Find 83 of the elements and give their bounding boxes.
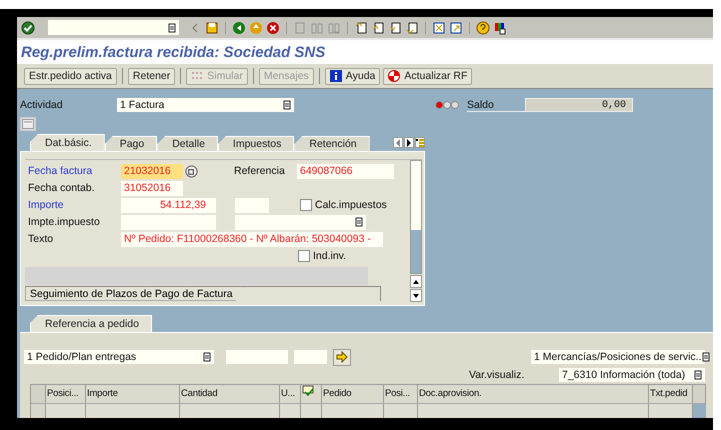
checkbox[interactable]	[298, 250, 310, 262]
check-icon[interactable]	[21, 20, 35, 34]
checkbox[interactable]	[300, 199, 312, 211]
tab[interactable]: Impuestos	[218, 136, 294, 151]
checkbox-label: Calc.impuestos	[315, 199, 387, 211]
info-icon	[330, 70, 342, 82]
go-button[interactable]	[333, 348, 351, 366]
help-icon[interactable]	[476, 20, 490, 34]
table-cell	[301, 404, 322, 418]
last-page-icon[interactable]	[405, 20, 419, 34]
table-cell	[46, 404, 86, 418]
table-cell	[649, 404, 693, 418]
down-arrow-icon[interactable]	[412, 292, 420, 298]
layout-icon[interactable]	[493, 20, 507, 34]
window-title: Reg.prelim.factura recibida: Sociedad SNS	[21, 44, 326, 60]
field-label: Importe	[27, 199, 65, 211]
reference-field[interactable]: 649087066	[297, 164, 394, 178]
item-field[interactable]	[294, 350, 327, 364]
toolbar-button[interactable]: Estr.pedido activa	[24, 68, 117, 84]
toolbar-button[interactable]: Actualizar RF	[383, 68, 472, 84]
field-label: Actividad	[20, 99, 64, 111]
column-header[interactable]: Pedido	[322, 385, 384, 403]
scrollbar[interactable]	[410, 160, 422, 302]
amount-field[interactable]: 54.112,39	[121, 198, 216, 212]
layout-dropdown[interactable]: 7_6310 Información (toda)	[559, 368, 705, 382]
column-header[interactable]	[301, 385, 322, 403]
column-header[interactable]: Importe	[86, 385, 180, 403]
refresh-icon	[388, 70, 400, 82]
currency-field[interactable]	[235, 198, 269, 212]
back-icon[interactable]	[232, 20, 246, 34]
reference-type-dropdown[interactable]: 1 Pedido/Plan entregas	[24, 350, 214, 364]
checkbox-label: Ind.inv.	[313, 250, 346, 262]
tab[interactable]: Detalle	[157, 136, 218, 151]
field-label: Impte.impuesto	[27, 216, 101, 228]
tab[interactable]: Retención	[294, 136, 370, 151]
field-label: Texto	[27, 233, 54, 245]
dropdown-icon[interactable]	[355, 217, 363, 227]
cancel-icon[interactable]	[266, 20, 280, 34]
tab[interactable]: Pago	[104, 136, 158, 151]
column-header[interactable]: Posi...	[384, 385, 418, 403]
tab[interactable]: Seguimiento de Plazos de Pago de Factura	[25, 287, 244, 301]
up-arrow-icon[interactable]	[412, 278, 420, 284]
tab-list-button[interactable]	[415, 137, 425, 148]
save-icon[interactable]	[205, 20, 219, 34]
table-cell	[280, 404, 301, 418]
field-label: Fecha factura	[27, 165, 94, 177]
date-field[interactable]: 31052016	[121, 180, 183, 196]
column-header[interactable]: Doc.aprovision.	[418, 385, 649, 403]
previous-page-icon[interactable]	[371, 20, 385, 34]
field-label: Referencia	[234, 165, 286, 177]
next-page-icon[interactable]	[388, 20, 402, 34]
dropdown-icon[interactable]	[203, 352, 211, 362]
dropdown-icon[interactable]	[283, 100, 291, 110]
calendar-icon[interactable]	[185, 164, 198, 178]
first-page-icon[interactable]	[354, 20, 368, 34]
toolbar-button[interactable]: Ayuda	[324, 68, 380, 84]
text-field[interactable]: Nº Pedido: F11000268360 - Nº Albarán: 503040093 -	[121, 232, 383, 246]
column-header[interactable]: U...	[280, 385, 301, 403]
dropdown-icon[interactable]	[694, 370, 702, 380]
grid-icon	[191, 70, 204, 82]
table-cell	[322, 404, 384, 418]
tab[interactable]: Dat.básic.	[30, 134, 105, 151]
table-cell	[384, 404, 418, 418]
tab[interactable]: Referencia a pedido	[30, 315, 152, 332]
dropdown-icon[interactable]	[168, 22, 176, 32]
command-field[interactable]	[48, 20, 179, 35]
toggle-button[interactable]	[20, 117, 36, 131]
balance-field: 0,00	[525, 98, 633, 112]
tax-amount-field[interactable]	[121, 214, 216, 230]
scroll-right-button[interactable]	[404, 137, 414, 148]
order-field[interactable]	[226, 350, 288, 364]
column-header[interactable]: Txt.pedid	[649, 385, 693, 403]
field-label: Fecha contab.	[27, 182, 96, 194]
new-session-icon[interactable]	[432, 20, 446, 34]
activity-dropdown[interactable]: 1 Factura	[117, 98, 294, 112]
toolbar-button[interactable]: Retener	[128, 68, 176, 84]
column-header[interactable]: Cantidad	[180, 385, 280, 403]
check-icon	[302, 385, 314, 397]
field-label: Var.visualiz.	[469, 369, 526, 381]
shortcut-icon[interactable]	[449, 20, 463, 34]
dropdown-icon[interactable]	[702, 352, 710, 362]
scrollbar[interactable]	[693, 404, 706, 418]
column-header[interactable]: Posici...	[46, 385, 86, 403]
